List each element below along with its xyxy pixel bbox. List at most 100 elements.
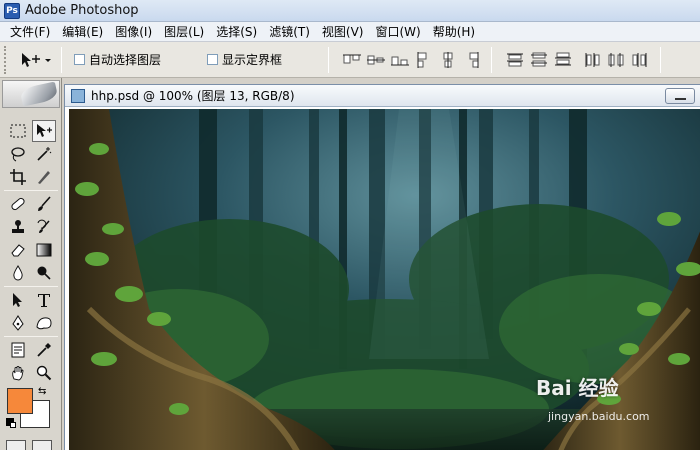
lasso-icon: [11, 147, 25, 162]
distribute-vcenter-icon: [531, 52, 548, 66]
align-right-icon: [469, 51, 479, 68]
notes-tool[interactable]: [6, 339, 30, 361]
distribute-bottom-icon: [555, 52, 572, 65]
brush-icon: [38, 196, 51, 211]
crop-tool[interactable]: [6, 166, 30, 188]
healing-brush-tool[interactable]: [6, 193, 30, 215]
hand-icon: [12, 366, 24, 381]
toolbox: ⇆: [0, 78, 62, 450]
bandage-icon: [11, 197, 25, 211]
menu-file[interactable]: 文件(F): [4, 22, 56, 42]
separator: [328, 46, 330, 73]
distribute-left-icon: [585, 52, 600, 67]
toolbox-separator: [4, 190, 58, 191]
move-icon: [37, 124, 52, 137]
lasso-tool[interactable]: [6, 143, 30, 165]
menu-layer[interactable]: 图层(L): [158, 22, 210, 42]
baidu-watermark-url: jingyan.baidu.com: [548, 410, 650, 423]
feather-logo-icon: [19, 81, 59, 107]
window-title: Adobe Photoshop: [25, 3, 139, 18]
magnifier-icon: [36, 365, 52, 381]
align-right-button[interactable]: [461, 50, 483, 70]
foreground-color-swatch[interactable]: [7, 388, 33, 414]
pen-icon: [12, 315, 24, 331]
align-left-button[interactable]: [413, 50, 435, 70]
align-left-icon: [417, 51, 427, 68]
align-top-button[interactable]: [341, 50, 363, 70]
auto-select-layer-label: 自动选择图层: [89, 53, 162, 67]
magic-wand-icon: [37, 147, 52, 161]
eyedropper-icon: [37, 343, 51, 357]
show-transform-controls-checkbox[interactable]: 显示定界框: [207, 51, 282, 68]
auto-select-layer-checkbox[interactable]: 自动选择图层: [74, 51, 161, 68]
eraser-tool[interactable]: [6, 239, 30, 261]
type-icon: [38, 294, 50, 307]
toolbox-separator: [4, 336, 58, 337]
note-icon: [11, 342, 25, 358]
quick-mask-button[interactable]: [32, 440, 52, 450]
clone-stamp-tool[interactable]: [6, 216, 30, 238]
checkbox-box[interactable]: [207, 54, 219, 65]
menu-help[interactable]: 帮助(H): [427, 22, 481, 42]
chevron-down-icon: [45, 58, 51, 62]
document-title-bar: hhp.psd @ 100% (图层 13, RGB/8): [65, 85, 700, 107]
eraser-icon: [11, 244, 25, 257]
type-tool[interactable]: [32, 289, 56, 311]
toolbox-separator: [4, 286, 58, 287]
swap-colors-icon[interactable]: ⇆: [38, 386, 46, 397]
menu-select[interactable]: 选择(S): [210, 22, 263, 42]
drop-icon: [13, 265, 23, 281]
separator: [61, 46, 62, 73]
menu-edit[interactable]: 编辑(E): [56, 22, 109, 42]
standard-mode-button[interactable]: [6, 440, 26, 450]
marquee-tool[interactable]: [6, 120, 30, 142]
align-bottom-icon: [391, 56, 410, 65]
distribute-vcenter-button[interactable]: [528, 50, 550, 70]
slice-icon: [38, 171, 50, 184]
options-bar: 自动选择图层 显示定界框: [0, 42, 700, 78]
options-bar-grip[interactable]: [4, 45, 9, 74]
distribute-hcenter-button[interactable]: [606, 50, 628, 70]
distribute-right-icon: [632, 52, 647, 67]
distribute-bottom-button[interactable]: [552, 50, 574, 70]
slice-tool[interactable]: [32, 166, 56, 188]
eyedropper-tool[interactable]: [32, 339, 56, 361]
align-buttons: [341, 50, 485, 70]
move-tool-icon: [22, 52, 51, 67]
pen-tool[interactable]: [6, 312, 30, 334]
menu-window[interactable]: 窗口(W): [369, 22, 426, 42]
align-hcenter-button[interactable]: [437, 50, 459, 70]
baidu-watermark: Bai 经验: [536, 376, 619, 400]
distribute-hcenter-icon: [608, 52, 624, 67]
magic-wand-tool[interactable]: [32, 143, 56, 165]
menu-view[interactable]: 视图(V): [316, 22, 370, 42]
history-brush-tool[interactable]: [32, 216, 56, 238]
history-brush-icon: [37, 219, 50, 233]
hand-tool[interactable]: [6, 362, 30, 384]
stamp-icon: [12, 220, 24, 233]
move-tool[interactable]: [32, 120, 56, 142]
marquee-icon: [10, 124, 26, 138]
distribute-top-button[interactable]: [504, 50, 526, 70]
minimize-button[interactable]: [665, 88, 695, 104]
align-bottom-button[interactable]: [389, 50, 411, 70]
align-vcenter-button[interactable]: [365, 50, 387, 70]
zoom-tool[interactable]: [32, 362, 56, 384]
distribute-right-button[interactable]: [630, 50, 652, 70]
brush-tool[interactable]: [32, 193, 56, 215]
menu-filter[interactable]: 滤镜(T): [263, 22, 316, 42]
blur-tool[interactable]: [6, 262, 30, 284]
dodge-icon: [37, 266, 51, 280]
tool-preset-picker[interactable]: [19, 50, 55, 70]
distribute-left-button[interactable]: [582, 50, 604, 70]
dodge-tool[interactable]: [32, 262, 56, 284]
menu-image[interactable]: 图像(I): [109, 22, 158, 42]
title-bar: Ps Adobe Photoshop: [0, 0, 700, 22]
align-vcenter-icon: [367, 55, 386, 64]
checkbox-box[interactable]: [74, 54, 85, 65]
crop-icon: [10, 169, 26, 185]
custom-shape-tool[interactable]: [32, 312, 56, 334]
path-selection-tool[interactable]: [6, 289, 30, 311]
menu-bar: 文件(F) 编辑(E) 图像(I) 图层(L) 选择(S) 滤镜(T) 视图(V…: [0, 22, 700, 42]
gradient-tool[interactable]: [32, 239, 56, 261]
